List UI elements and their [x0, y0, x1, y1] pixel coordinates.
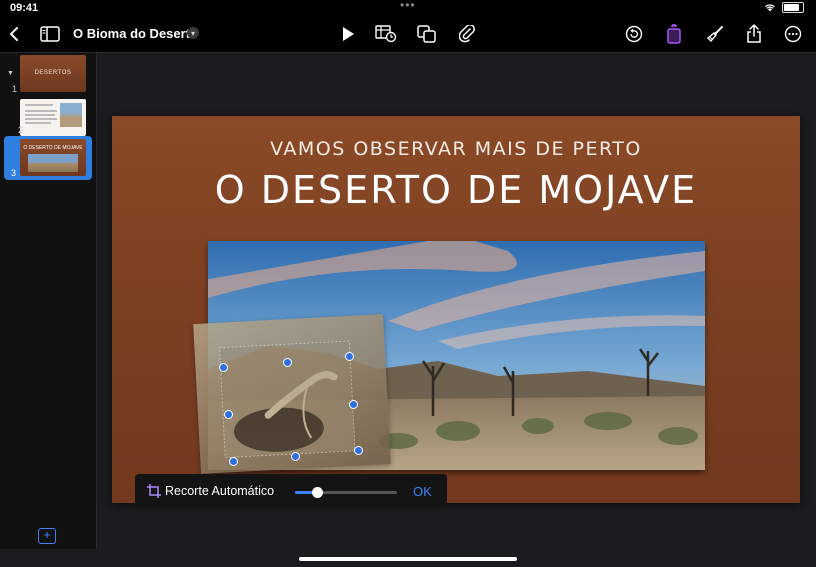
thumbnail-image: [28, 154, 78, 172]
shapes-icon[interactable]: [415, 22, 439, 46]
attachment-icon[interactable]: [455, 22, 479, 46]
slide-navigator: ▼ DESERTOS 1 2 O DESERTO DE MOJAVE 3 +: [0, 53, 97, 549]
status-time: 09:41: [10, 2, 39, 14]
selection-handle[interactable]: [229, 457, 238, 466]
slide-number: 3: [11, 168, 17, 178]
battery-icon: [782, 2, 804, 13]
back-icon[interactable]: [2, 22, 26, 46]
table-chart-icon[interactable]: [374, 22, 398, 46]
selection-handle[interactable]: [349, 400, 358, 409]
auto-crop-bar: Recorte Automático OK: [135, 474, 447, 508]
play-icon[interactable]: [336, 22, 360, 46]
ok-button[interactable]: OK: [413, 484, 432, 499]
selection-handle[interactable]: [219, 363, 228, 372]
crop-slider[interactable]: [295, 487, 397, 498]
wifi-icon: [765, 4, 775, 12]
slide-thumbnail-2[interactable]: 2: [0, 97, 96, 137]
slide-title[interactable]: O DESERTO DE MOJAVE: [112, 168, 800, 212]
title-chevron-icon[interactable]: ▾: [187, 27, 199, 39]
add-slide-button[interactable]: +: [38, 528, 56, 544]
format-icon[interactable]: [662, 22, 686, 46]
slide-number: 1: [12, 84, 18, 94]
more-icon[interactable]: [781, 22, 805, 46]
paintbrush-icon[interactable]: [703, 22, 727, 46]
thumbnail-image: [60, 103, 82, 127]
selection-handle[interactable]: [354, 446, 363, 455]
share-icon[interactable]: [742, 22, 766, 46]
crop-slider-knob[interactable]: [312, 487, 324, 498]
selection-handle[interactable]: [291, 452, 300, 461]
sidebar-toggle-icon[interactable]: [38, 22, 62, 46]
slide[interactable]: VAMOS OBSERVAR MAIS DE PERTO O DESERTO D…: [112, 116, 800, 503]
slide-thumbnail-1[interactable]: DESERTOS 1: [0, 53, 96, 95]
status-bar: 09:41 •••: [0, 0, 816, 16]
slide-thumbnail-3[interactable]: O DESERTO DE MOJAVE 3: [4, 136, 92, 180]
undo-icon[interactable]: [622, 22, 646, 46]
selection-handle[interactable]: [224, 410, 233, 419]
document-title[interactable]: O Bioma do Deserto: [73, 26, 198, 41]
slide-subtitle[interactable]: VAMOS OBSERVAR MAIS DE PERTO: [112, 138, 800, 160]
auto-crop-label: Recorte Automático: [165, 484, 275, 498]
slide-number: 2: [18, 125, 24, 135]
toolbar: O Bioma do Deserto ▾: [0, 16, 816, 53]
multitasking-dots-icon[interactable]: •••: [400, 0, 416, 12]
selection-handle[interactable]: [345, 352, 354, 361]
thumbnail-title: DESERTOS: [34, 70, 72, 76]
home-indicator: [299, 557, 517, 561]
crop-icon: [147, 484, 161, 498]
selection-handle[interactable]: [283, 358, 292, 367]
